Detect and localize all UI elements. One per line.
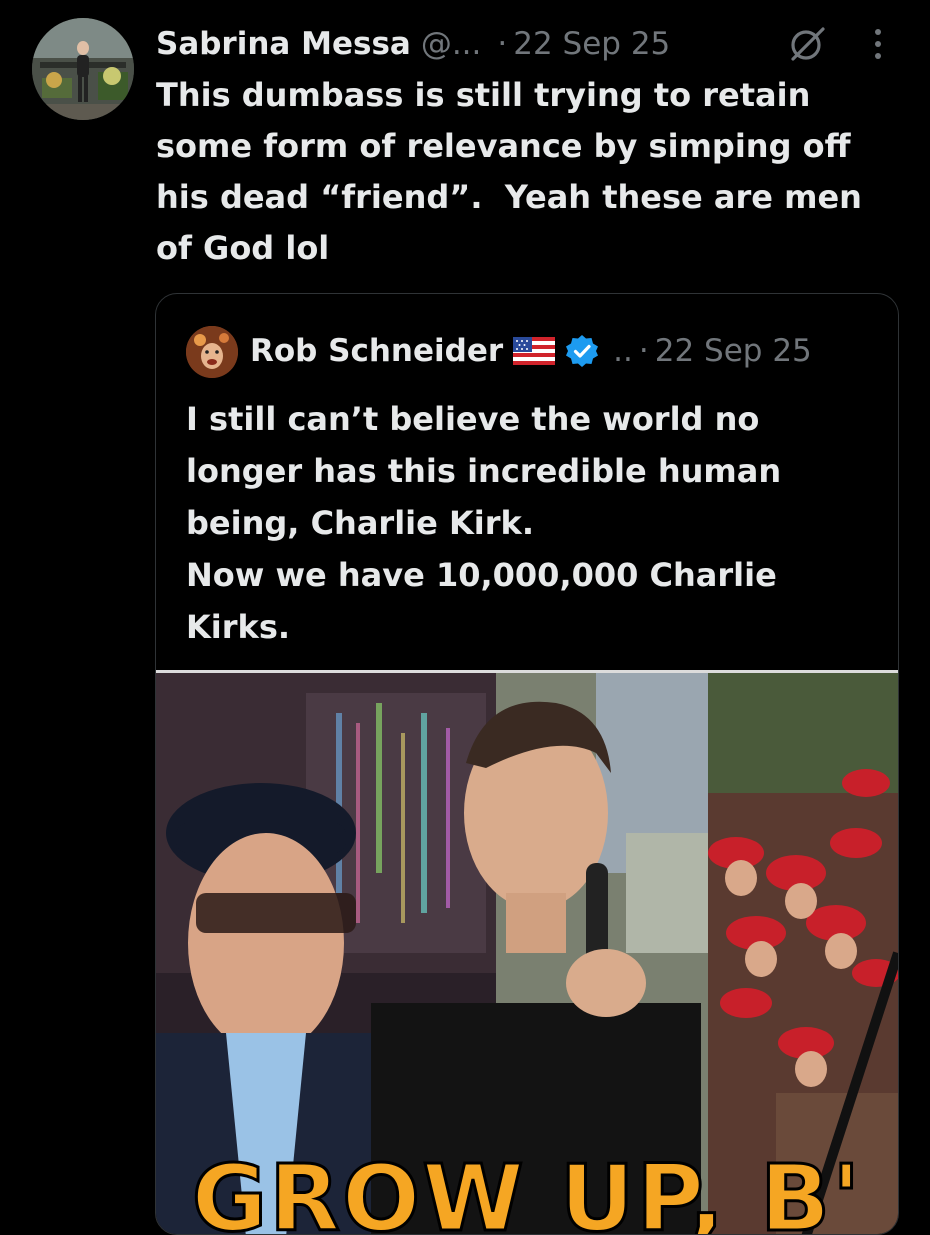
quoted-tweet-image[interactable]: GROW UP, B' [156, 670, 898, 1235]
quoted-tweet-text: I still can’t believe the world no longe… [186, 400, 782, 646]
more-options-icon[interactable] [866, 26, 890, 62]
tweet[interactable]: Sabrina Messa @... · 22 Sep 25 This dumb… [0, 0, 930, 1235]
quoted-avatar-image [186, 326, 238, 378]
author-avatar[interactable] [32, 18, 134, 120]
quoted-tweet-header: Rob Schneider .. · 22 Sep 25 [250, 328, 812, 374]
tweet-text: This dumbass is still trying to retain s… [156, 76, 862, 267]
grok-icon[interactable] [787, 24, 827, 64]
quoted-author-handle[interactable]: .. [613, 333, 633, 369]
avatar-image [32, 18, 134, 120]
quoted-separator-dot: · [638, 333, 649, 369]
media-caption: GROW UP, B' [190, 1144, 863, 1235]
quoted-tweet-date[interactable]: 22 Sep 25 [655, 333, 812, 369]
author-handle[interactable]: @... [421, 26, 482, 62]
author-name[interactable]: Sabrina Messa [156, 26, 411, 62]
verified-badge-icon [566, 335, 599, 367]
us-flag-icon [513, 337, 556, 365]
quoted-author-avatar[interactable] [186, 326, 238, 378]
quoted-author-name[interactable]: Rob Schneider [250, 333, 503, 369]
separator-dot: · [497, 26, 508, 62]
quoted-tweet[interactable]: Rob Schneider .. · 22 Sep 25 I still can… [155, 293, 899, 1235]
tweet-date[interactable]: 22 Sep 25 [513, 26, 670, 62]
